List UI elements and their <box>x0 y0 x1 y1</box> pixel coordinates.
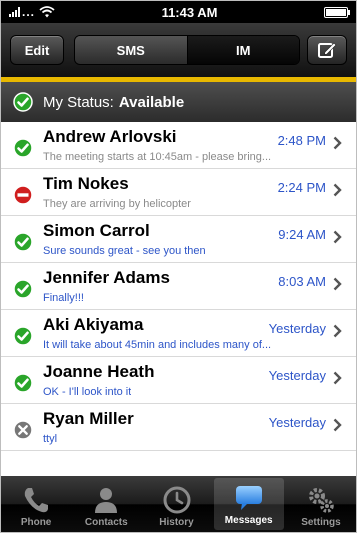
available-status-icon <box>13 279 33 299</box>
edit-button[interactable]: Edit <box>10 35 64 65</box>
conversation-list: Andrew Arlovski The meeting starts at 10… <box>1 122 356 451</box>
contact-name: Jennifer Adams <box>43 268 170 287</box>
my-status-label: My Status: <box>43 93 114 111</box>
message-time: Yesterday <box>268 321 326 336</box>
sms-im-segmented-control: SMS IM <box>74 35 300 65</box>
message-preview: OK - I'll look into it <box>43 386 132 398</box>
tab-label: Settings <box>301 517 341 528</box>
conversation-row[interactable]: Ryan Miller ttyl Yesterday <box>1 404 356 451</box>
status-time: 11:43 AM <box>161 4 218 20</box>
signal-strength-icon <box>9 7 20 17</box>
clock-icon <box>163 486 190 514</box>
message-time: 9:24 AM <box>278 227 326 242</box>
available-status-icon <box>13 373 33 393</box>
tab-phone[interactable]: Phone <box>1 476 71 532</box>
available-status-icon <box>13 138 33 158</box>
chevron-right-icon <box>333 136 342 150</box>
tab-label: History <box>159 517 194 528</box>
contact-name: Simon Carrol <box>43 221 150 240</box>
gears-icon <box>308 488 334 513</box>
compose-button[interactable] <box>307 35 347 65</box>
battery-icon <box>324 6 350 18</box>
message-preview: Sure sounds great - see you then <box>43 245 206 257</box>
message-time: 2:48 PM <box>277 133 326 148</box>
message-time: 8:03 AM <box>278 274 326 289</box>
chevron-right-icon <box>333 324 342 338</box>
chevron-right-icon <box>333 230 342 244</box>
wifi-icon <box>39 6 55 18</box>
my-status-row[interactable]: My Status: Available <box>1 82 356 122</box>
speech-bubble-icon <box>235 486 262 510</box>
offline-status-icon <box>13 420 33 440</box>
available-status-icon <box>13 326 33 346</box>
contact-name: Tim Nokes <box>43 174 129 193</box>
message-preview: It will take about 45min and includes ma… <box>43 339 272 351</box>
available-status-icon <box>13 92 33 112</box>
contacts-icon <box>95 488 118 513</box>
conversation-row[interactable]: Andrew Arlovski The meeting starts at 10… <box>1 122 356 169</box>
carrier-dots: ... <box>22 5 36 19</box>
message-preview: The meeting starts at 10:45am - please b… <box>43 151 272 163</box>
message-time: 2:24 PM <box>277 180 326 195</box>
chevron-right-icon <box>333 183 342 197</box>
compose-icon <box>318 42 337 58</box>
chevron-right-icon <box>333 371 342 385</box>
phone-icon <box>24 488 49 513</box>
contact-name: Andrew Arlovski <box>43 127 177 146</box>
message-preview: They are arriving by helicopter <box>43 198 191 210</box>
message-time: Yesterday <box>268 368 326 383</box>
my-status-value: Available <box>118 93 185 111</box>
segment-im[interactable]: IM <box>187 36 299 64</box>
busy-status-icon <box>13 185 33 205</box>
tab-history[interactable]: History <box>141 476 211 532</box>
segment-sms[interactable]: SMS <box>75 36 188 64</box>
conversation-row[interactable]: Joanne Heath OK - I'll look into it Yest… <box>1 357 356 404</box>
conversation-row[interactable]: Aki Akiyama It will take about 45min and… <box>1 310 356 357</box>
tab-label: Phone <box>20 517 52 528</box>
contact-name: Ryan Miller <box>43 409 134 428</box>
message-preview: ttyl <box>43 433 58 445</box>
tab-settings[interactable]: Settings <box>286 476 356 532</box>
status-bar: ... 11:43 AM <box>1 1 356 23</box>
chevron-right-icon <box>333 277 342 291</box>
tab-bar: Phone Contacts History Messages Settings <box>1 476 356 532</box>
conversation-row[interactable]: Jennifer Adams Finally!!! 8:03 AM <box>1 263 356 310</box>
tab-label: Messages <box>224 515 273 526</box>
top-toolbar: Edit SMS IM <box>1 23 356 77</box>
tab-label: Contacts <box>84 517 128 528</box>
conversation-row[interactable]: Tim Nokes They are arriving by helicopte… <box>1 169 356 216</box>
chevron-right-icon <box>333 418 342 432</box>
signal-area: ... <box>9 5 55 19</box>
contact-name: Joanne Heath <box>43 362 155 381</box>
contact-name: Aki Akiyama <box>43 315 144 334</box>
message-preview: Finally!!! <box>43 292 84 304</box>
tab-messages[interactable]: Messages <box>213 478 284 530</box>
message-time: Yesterday <box>268 415 326 430</box>
tab-contacts[interactable]: Contacts <box>71 476 141 532</box>
phone-screen: ... 11:43 AM Edit SMS IM My Status: Avai… <box>0 0 357 533</box>
available-status-icon <box>13 232 33 252</box>
conversation-row[interactable]: Simon Carrol Sure sounds great - see you… <box>1 216 356 263</box>
